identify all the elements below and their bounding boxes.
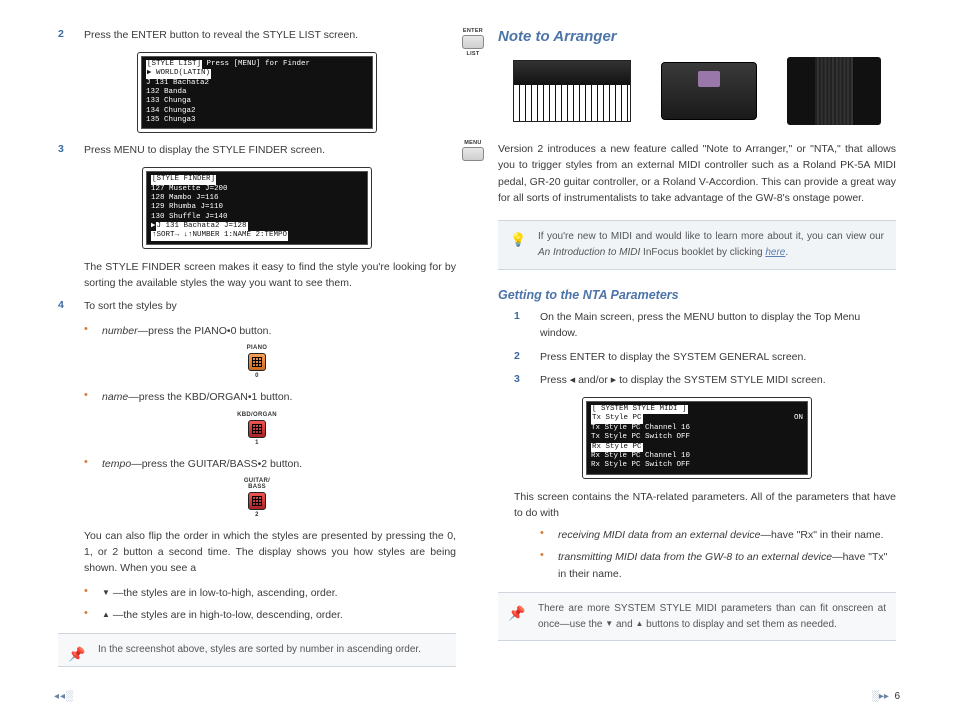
note-text: In the screenshot above, styles are sort…: [98, 644, 421, 655]
piano-num: 0: [58, 373, 456, 379]
note-box-left: 📌 In the screenshot above, styles are so…: [58, 633, 456, 667]
bullet-tempo: • tempo—press the GUITAR/BASS•2 button.: [84, 456, 456, 472]
step-number: 2: [514, 350, 540, 366]
midi-pedal-image: [513, 60, 631, 122]
pushpin-icon: 📌: [508, 603, 525, 625]
section-heading: Note to Arranger: [498, 28, 896, 45]
bullet-number: • number—press the PIANO•0 button.: [84, 323, 456, 339]
lcd-system-style-midi: [ SYSTEM STYLE MIDI ] Tx Style PC ON Tx …: [582, 397, 812, 479]
list-label: LIST: [456, 51, 490, 57]
piano-btn: [248, 353, 266, 371]
step-text: On the Main screen, press the MENU butto…: [540, 310, 896, 342]
subsection-heading: Getting to the NTA Parameters: [498, 288, 896, 302]
bullet-tx: • transmitting MIDI data from the GW-8 t…: [540, 549, 896, 582]
menu-button-graphic: MENU: [456, 140, 490, 161]
prev-page-nav[interactable]: ◂◂░: [54, 691, 74, 702]
note-text-b: and: [613, 619, 635, 630]
page-number: 6: [894, 691, 900, 702]
menu-cap: [462, 147, 484, 161]
piano-label: PIANO: [58, 345, 456, 351]
lcd-style-list: [STYLE LIST] Press [MENU] for Finder ▶ W…: [137, 52, 377, 134]
kbd-btn: [248, 420, 266, 438]
step-number: 3: [514, 373, 540, 389]
tip-text-a: If you're new to MIDI and would like to …: [538, 231, 884, 242]
intro-paragraph: Version 2 introduces a new feature calle…: [498, 141, 896, 206]
bullet-icon: •: [84, 456, 102, 472]
lcd-content: [STYLE FINDER] 127 Musette J=200 128 Mam…: [146, 171, 368, 245]
step-text: Press ◀ and/or ▶ to display the SYSTEM S…: [540, 373, 896, 389]
right-column: Note to Arranger Version 2 introduces a …: [498, 28, 896, 677]
gb-label-2: BASS: [58, 484, 456, 490]
bullet-rx: • receiving MIDI data from an external d…: [540, 527, 896, 543]
here-link[interactable]: here: [765, 247, 785, 258]
after-lcd-paragraph: This screen contains the NTA-related par…: [514, 489, 896, 522]
nta-step-1: 1 On the Main screen, press the MENU but…: [514, 310, 896, 342]
lcd-style-finder: [STYLE FINDER] 127 Musette J=200 128 Mam…: [142, 167, 372, 249]
device-images-row: [498, 57, 896, 125]
nta-step-3: 3 Press ◀ and/or ▶ to display the SYSTEM…: [514, 373, 896, 389]
step-2: 2 Press the ENTER button to reveal the S…: [58, 28, 456, 44]
next-page-nav[interactable]: ░▸▸ 6: [872, 691, 900, 702]
tip-text-c: .: [785, 247, 788, 258]
gb-btn: [248, 492, 266, 510]
step-text: Press ENTER to display the SYSTEM GENERA…: [540, 350, 896, 366]
bullet-icon: •: [84, 607, 102, 623]
flip-paragraph: You can also flip the order in which the…: [84, 528, 456, 577]
bullet-text: ▼ —the styles are in low-to-high, ascend…: [102, 585, 456, 601]
menu-label: MENU: [456, 140, 490, 146]
guitarbass-button-graphic: GUITAR/ BASS 2: [58, 478, 456, 518]
pushpin-icon: 📌: [68, 644, 85, 666]
step-text: Press MENU to display the STYLE FINDER s…: [84, 143, 456, 159]
bullet-icon: •: [84, 585, 102, 601]
bullet-icon: •: [540, 549, 558, 582]
step-3: 3 Press MENU to display the STYLE FINDER…: [58, 143, 456, 159]
guitar-controller-image: [661, 62, 757, 120]
step-number: 1: [514, 310, 540, 342]
page-footer: ◂◂░ ░▸▸ 6: [0, 691, 954, 702]
kbd-num: 1: [58, 440, 456, 446]
kbd-button-graphic: KBD/ORGAN 1: [58, 412, 456, 446]
v-accordion-image: [787, 57, 881, 125]
enter-cap: [462, 35, 484, 49]
gb-num: 2: [58, 512, 456, 518]
lcd-content: [ SYSTEM STYLE MIDI ] Tx Style PC ON Tx …: [586, 401, 808, 475]
bullet-ascending: • ▼ —the styles are in low-to-high, asce…: [84, 585, 456, 601]
tip-text-ital: An Introduction to MIDI: [538, 247, 640, 258]
bullet-text: tempo—press the GUITAR/BASS•2 button.: [102, 456, 456, 472]
up-arrow-icon: ▲: [102, 609, 110, 621]
step-number: 4: [58, 299, 84, 315]
page-columns: ENTER LIST MENU 2 Press the ENTER button…: [0, 0, 954, 677]
bullet-text: name—press the KBD/ORGAN•1 button.: [102, 389, 456, 405]
finder-paragraph: The STYLE FINDER screen makes it easy to…: [84, 259, 456, 292]
lcd-content: [STYLE LIST] Press [MENU] for Finder ▶ W…: [141, 56, 373, 130]
piano-button-graphic: PIANO 0: [58, 345, 456, 379]
left-column: ENTER LIST MENU 2 Press the ENTER button…: [58, 28, 456, 677]
step-number: 3: [58, 143, 84, 159]
tip-box: 💡 If you're new to MIDI and would like t…: [498, 220, 896, 270]
note-box-right: 📌 There are more SYSTEM STYLE MIDI param…: [498, 592, 896, 641]
bullet-icon: •: [84, 389, 102, 405]
enter-button-graphic: ENTER LIST: [456, 28, 490, 57]
step-number: 2: [58, 28, 84, 44]
bullet-text: transmitting MIDI data from the GW-8 to …: [558, 549, 896, 582]
down-arrow-icon: ▼: [102, 587, 110, 599]
bullet-text: receiving MIDI data from an external dev…: [558, 527, 896, 543]
lightbulb-icon: 💡: [510, 230, 526, 251]
kbd-label: KBD/ORGAN: [58, 412, 456, 418]
enter-label: ENTER: [456, 28, 490, 34]
step-text: To sort the styles by: [84, 299, 456, 315]
bullet-name: • name—press the KBD/ORGAN•1 button.: [84, 389, 456, 405]
bullet-text: number—press the PIANO•0 button.: [102, 323, 456, 339]
step-4: 4 To sort the styles by: [58, 299, 456, 315]
down-arrow-icon: ▼: [605, 618, 613, 630]
note-text-c: buttons to display and set them as neede…: [643, 619, 836, 630]
nta-step-2: 2 Press ENTER to display the SYSTEM GENE…: [514, 350, 896, 366]
bullet-descending: • ▲ —the styles are in high-to-low, desc…: [84, 607, 456, 623]
bullet-icon: •: [540, 527, 558, 543]
bullet-icon: •: [84, 323, 102, 339]
step-text: Press the ENTER button to reveal the STY…: [84, 28, 456, 44]
bullet-text: ▲ —the styles are in high-to-low, descen…: [102, 607, 456, 623]
tip-text-b: InFocus booklet by clicking: [640, 247, 765, 258]
